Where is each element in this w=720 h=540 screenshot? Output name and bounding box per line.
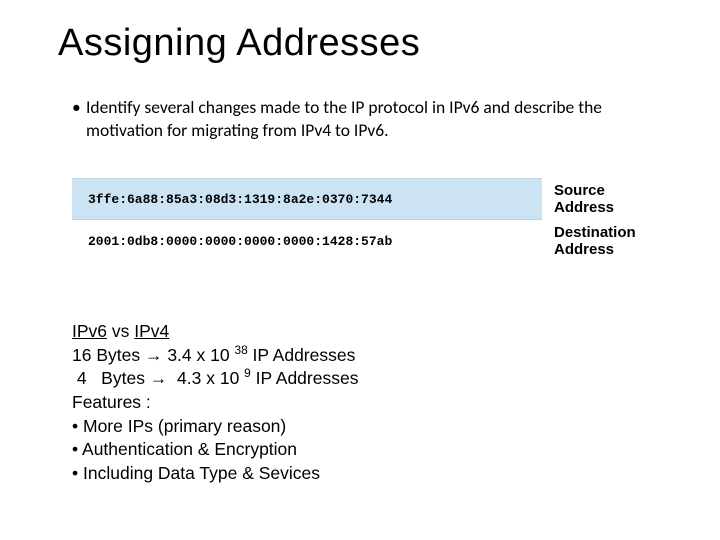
line1-a: 16 Bytes → 3.4 x 10: [72, 345, 234, 365]
destination-address-label: Destination Address: [542, 224, 648, 259]
heading-vs: vs: [107, 321, 134, 341]
line1-b: IP Addresses: [248, 345, 356, 365]
line2-b: IP Addresses: [251, 368, 359, 388]
address-figure: 3ffe:6a88:85a3:08d3:1319:8a2e:0370:7344 …: [72, 178, 648, 262]
line2-exp: 9: [244, 366, 251, 380]
source-address-label: Source Address: [542, 182, 648, 217]
features-label: Features :: [72, 392, 151, 412]
feature-0: More IPs (primary reason): [83, 416, 286, 436]
feature-bullet-1: •: [72, 439, 82, 459]
heading-ipv4: IPv4: [134, 321, 169, 341]
feature-bullet-0: •: [72, 416, 83, 436]
slide: Assigning Addresses •Identify several ch…: [0, 0, 720, 540]
source-row: 3ffe:6a88:85a3:08d3:1319:8a2e:0370:7344 …: [72, 178, 648, 220]
comparison-block: IPv6 vs IPv4 16 Bytes → 3.4 x 10 38 IP A…: [72, 320, 358, 485]
line2-a: 4 Bytes → 4.3 x 10: [72, 368, 244, 388]
destination-row: 2001:0db8:0000:0000:0000:0000:1428:57ab …: [72, 220, 648, 262]
feature-bullet-2: •: [72, 463, 83, 483]
feature-2: Including Data Type & Sevices: [83, 463, 320, 483]
slide-title: Assigning Addresses: [58, 22, 420, 65]
main-bullet-text: Identify several changes made to the IP …: [86, 96, 674, 142]
line1-exp: 38: [234, 343, 247, 357]
heading-ipv6: IPv6: [72, 321, 107, 341]
source-address-value: 3ffe:6a88:85a3:08d3:1319:8a2e:0370:7344: [72, 178, 542, 220]
bullet-dot: •: [72, 96, 86, 119]
destination-address-value: 2001:0db8:0000:0000:0000:0000:1428:57ab: [72, 220, 542, 262]
main-bullet: •Identify several changes made to the IP…: [72, 96, 680, 142]
feature-1: Authentication & Encryption: [82, 439, 297, 459]
